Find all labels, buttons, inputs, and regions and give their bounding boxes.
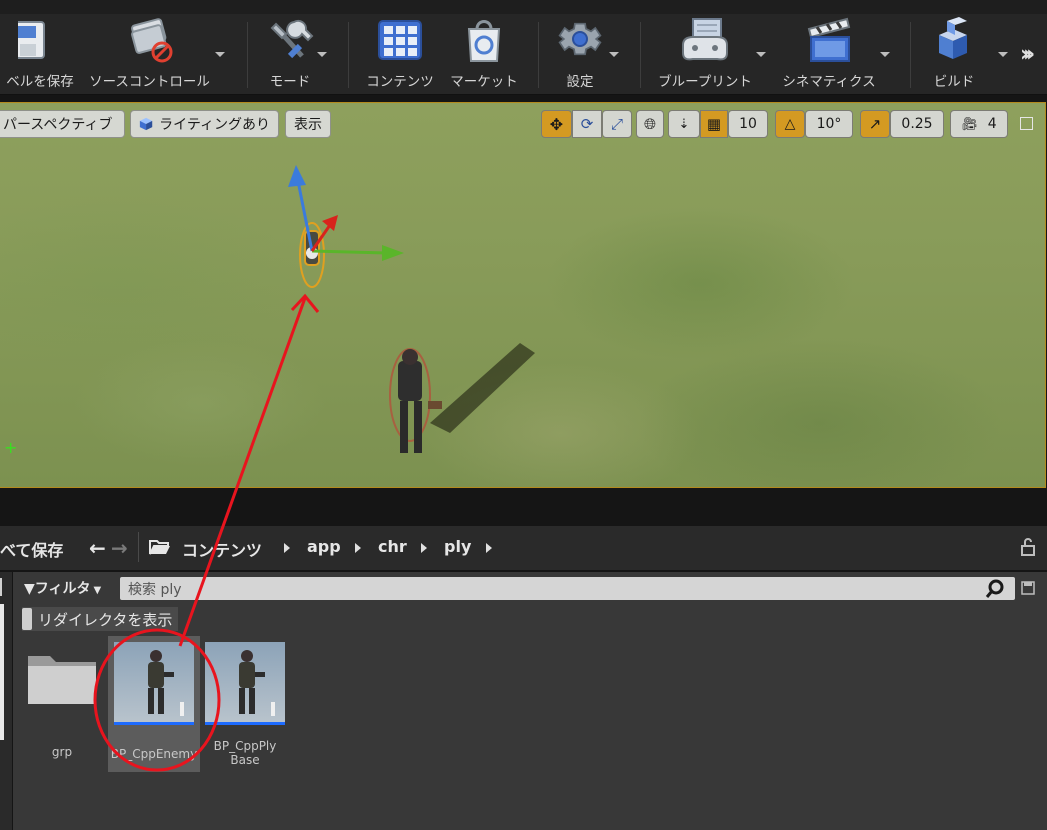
- marketplace-button[interactable]: マーケット: [444, 14, 524, 94]
- breadcrumb-app[interactable]: app: [307, 537, 341, 556]
- settings-dropdown-icon[interactable]: [609, 52, 619, 57]
- breadcrumb-label: chr: [378, 537, 407, 556]
- asset-name: grp: [51, 745, 73, 759]
- toolbar-separator: [538, 22, 539, 88]
- build-button[interactable]: ビルド: [922, 14, 986, 94]
- blueprints-dropdown-icon[interactable]: [756, 52, 766, 57]
- cinematics-dropdown-icon[interactable]: [880, 52, 890, 57]
- modes-button[interactable]: モード: [258, 14, 322, 94]
- main-toolbar: ベルを保存 ソースコントロール モード コンテンツ マーケット 設定 ブループリ…: [0, 14, 1047, 95]
- breadcrumb-separator-icon[interactable]: [486, 543, 492, 553]
- breadcrumb-label: app: [307, 537, 341, 556]
- unlock-icon[interactable]: [1020, 538, 1036, 556]
- toolbar-separator: [247, 22, 248, 88]
- funnel-icon: ▼: [24, 581, 35, 597]
- asset-name: BP_CppPly Base: [213, 739, 277, 767]
- cinematics-icon: [803, 14, 855, 66]
- asset-thumbnail: [205, 642, 285, 725]
- asset-name: BP_CppEnemy: [110, 747, 198, 761]
- marketplace-icon: [458, 14, 510, 66]
- content-icon: [374, 14, 426, 66]
- title-strip: [0, 0, 1047, 14]
- header-separator: [138, 532, 139, 562]
- chevron-down-icon: ▼: [93, 585, 102, 596]
- redirector-checkbox[interactable]: [22, 608, 32, 630]
- toolbar-separator: [640, 22, 641, 88]
- save-icon: [14, 14, 66, 66]
- breadcrumb-ply[interactable]: ply: [444, 537, 471, 556]
- blueprints-button[interactable]: ブループリント: [652, 14, 758, 94]
- placed-character[interactable]: [389, 348, 442, 453]
- save-all-label: べて保存: [0, 541, 64, 560]
- search-input[interactable]: [120, 577, 1015, 600]
- asset-thumbnail: [114, 642, 194, 725]
- save-all-button[interactable]: べて保存: [0, 537, 63, 561]
- toolbar-separator: [910, 22, 911, 88]
- back-arrow-icon[interactable]: ←: [89, 536, 106, 560]
- selected-character[interactable]: [299, 222, 325, 288]
- breadcrumb-separator-icon[interactable]: [284, 543, 290, 553]
- character-thumbnail-icon: [148, 650, 184, 716]
- folder-open-icon: [149, 540, 170, 555]
- asset-folder-grp[interactable]: grp: [22, 648, 102, 759]
- modes-icon: [264, 14, 316, 66]
- source-control-button[interactable]: ソースコントロール: [82, 14, 217, 94]
- redirector-label: リダイレクタを表示: [38, 610, 173, 629]
- breadcrumb-content[interactable]: コンテンツ: [182, 537, 262, 561]
- character-thumbnail-icon: [239, 650, 275, 716]
- filter-button[interactable]: ▼フィルタ ▼: [24, 578, 101, 598]
- save-search-icon[interactable]: [1021, 581, 1035, 595]
- build-dropdown-icon[interactable]: [998, 52, 1008, 57]
- blueprint-icon: [679, 14, 731, 66]
- breadcrumb-label: ply: [444, 537, 472, 556]
- toolbar-separator: [348, 22, 349, 88]
- panel-scroll-edge: [0, 604, 4, 740]
- content-button[interactable]: コンテンツ: [360, 14, 440, 94]
- show-redirectors-toggle[interactable]: リダイレクタを表示: [22, 607, 179, 631]
- forward-arrow-icon[interactable]: →: [111, 536, 128, 560]
- build-icon: [928, 14, 980, 66]
- filter-label: フィルタ: [34, 581, 91, 597]
- modes-dropdown-icon[interactable]: [317, 52, 327, 57]
- asset-bp-cppenemy[interactable]: BP_CppEnemy: [108, 636, 200, 772]
- cinematics-button[interactable]: シネマティクス: [776, 14, 882, 94]
- source-control-icon: [124, 14, 176, 66]
- breadcrumb-separator-icon[interactable]: [355, 543, 361, 553]
- asset-bp-cppply-base[interactable]: BP_CppPly Base: [205, 642, 287, 767]
- folder-icon: [28, 656, 96, 704]
- chevron-double-right-icon[interactable]: ›››: [1020, 42, 1035, 67]
- search-icon[interactable]: [985, 579, 1005, 599]
- settings-button[interactable]: 設定: [548, 14, 612, 94]
- svg-text:+: +: [4, 438, 17, 457]
- level-viewport[interactable]: パースペクティブ ライティングあり 表示 ✥ ⟳ ⤢ 🌐︎ ⇣ ▦ 10 △ 1…: [0, 102, 1046, 488]
- source-control-dropdown-icon[interactable]: [215, 52, 225, 57]
- save-level-button[interactable]: ベルを保存: [0, 14, 80, 94]
- sources-panel-collapsed[interactable]: [0, 572, 12, 830]
- settings-icon: [554, 14, 606, 66]
- scene-render: +: [4, 165, 535, 457]
- panel-edge: [0, 578, 2, 596]
- breadcrumb-separator-icon[interactable]: [421, 543, 427, 553]
- breadcrumb-chr[interactable]: chr: [378, 537, 407, 556]
- breadcrumb-label: コンテンツ: [182, 541, 263, 560]
